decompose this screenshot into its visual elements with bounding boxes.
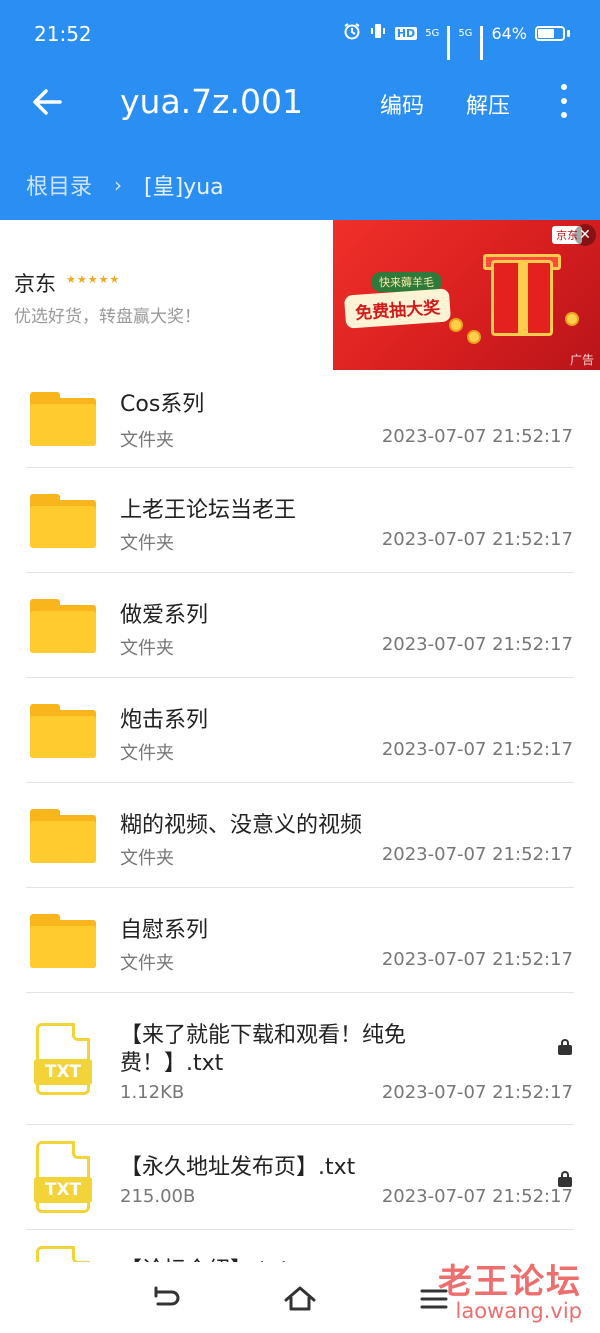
file-row-folder[interactable]: 糊的视频、没意义的视频 文件夹 2023-07-07 21:52:17 (0, 783, 600, 888)
file-name: 自慰系列 (120, 918, 209, 943)
file-date: 2023-07-07 21:52:17 (381, 634, 573, 655)
ad-image[interactable]: 快来薅羊毛 免费抽大奖 京东 ✕ 广告 (333, 220, 600, 370)
file-date: 2023-07-07 21:52:17 (381, 426, 573, 447)
file-row-txt[interactable]: TXT 【永久地址发布页】.txt 215.00B 2023-07-07 21:… (0, 1125, 600, 1230)
folder-icon (30, 494, 96, 548)
arrow-left-icon (33, 89, 62, 115)
chevron-right-icon: › (114, 173, 123, 197)
gift-box-icon (491, 260, 553, 336)
signal-icon (447, 26, 451, 60)
watermark-sub: laowang.vip (455, 1299, 582, 1323)
file-name: 【永久地址发布页】.txt (120, 1155, 356, 1180)
ad-brand-name: 京东 (14, 272, 56, 296)
file-name: 糊的视频、没意义的视频 (120, 813, 363, 838)
lock-icon (558, 1171, 572, 1187)
nav-back-button[interactable] (148, 1282, 184, 1316)
txt-file-icon: TXT (34, 1141, 92, 1213)
file-date: 2023-07-07 21:52:17 (381, 844, 573, 865)
file-meta: 文件夹 (120, 533, 174, 554)
file-row-folder[interactable]: 做爱系列 文件夹 2023-07-07 21:52:17 (0, 573, 600, 678)
folder-icon (30, 914, 96, 968)
folder-icon (30, 809, 96, 863)
file-date: 2023-07-07 21:52:17 (381, 529, 573, 550)
nav-back-icon (154, 1286, 180, 1306)
back-button[interactable] (28, 82, 68, 122)
ad-label: 广告 (569, 353, 594, 367)
txt-file-icon (34, 1246, 92, 1262)
watermark: 老王论坛 laowang.vip (438, 1254, 582, 1323)
file-meta: 文件夹 (120, 953, 174, 974)
more-vertical-icon[interactable] (552, 84, 576, 118)
file-row-folder[interactable]: 自慰系列 文件夹 2023-07-07 21:52:17 (0, 888, 600, 993)
file-name: 【论坛介绍】.txt (120, 1252, 289, 1262)
close-icon[interactable]: ✕ (574, 224, 596, 246)
file-meta: 文件夹 (120, 743, 174, 764)
file-meta: 文件夹 (120, 638, 174, 659)
file-row-folder[interactable]: 上老王论坛当老王 文件夹 2023-07-07 21:52:17 (0, 468, 600, 573)
file-row-folder[interactable]: 炮击系列 文件夹 2023-07-07 21:52:17 (0, 678, 600, 783)
file-date: 2023-07-07 21:52:17 (381, 949, 573, 970)
network-label-2: 5G (458, 27, 473, 39)
file-row-folder[interactable]: Cos系列 文件夹 2023-07-07 21:52:17 (0, 370, 600, 468)
status-icons: HD 5G 5G 64% (343, 22, 570, 60)
coin-icon (449, 318, 463, 332)
page-title: yua.7z.001 (120, 82, 303, 121)
home-icon (284, 1286, 316, 1311)
vibrate-icon (369, 22, 387, 44)
toolbar: yua.7z.001 编码 解压 (0, 68, 600, 138)
breadcrumb-current[interactable]: [皇]yua (144, 169, 224, 201)
folder-icon (30, 599, 96, 653)
file-name: 上老王论坛当老王 (120, 498, 297, 523)
file-meta: 文件夹 (120, 848, 174, 869)
network-label-1: 5G (425, 27, 440, 39)
nav-home-button[interactable] (282, 1282, 318, 1316)
alarm-icon (343, 22, 361, 44)
ad-headline: 免费抽大奖 (343, 288, 452, 329)
ad-banner[interactable]: 京东 ★★★★★ 优选好货，转盘赢大奖！ 快来薅羊毛 免费抽大奖 京东 ✕ 广告 (0, 220, 600, 370)
encode-button[interactable]: 编码 (380, 88, 424, 120)
status-time: 21:52 (34, 22, 92, 46)
battery-percent: 64% (491, 23, 527, 43)
file-date: 2023-07-07 21:52:17 (381, 739, 573, 760)
coin-icon (565, 312, 579, 326)
file-name: Cos系列 (120, 392, 205, 417)
status-bar: 21:52 HD 5G 5G 64% (0, 0, 600, 68)
app-header: 21:52 HD 5G 5G 64% yua.7z.001 编码 解压 根目录 (0, 0, 600, 220)
signal-icon-2 (480, 26, 484, 60)
coin-icon (467, 330, 481, 344)
breadcrumb-root[interactable]: 根目录 (26, 169, 92, 201)
folder-icon (30, 704, 96, 758)
folder-icon (30, 392, 96, 446)
breadcrumb: 根目录 › [皇]yua (26, 170, 224, 200)
file-meta: 文件夹 (120, 430, 174, 451)
battery-icon (535, 25, 565, 41)
hd-badge: HD (394, 26, 418, 40)
extract-button[interactable]: 解压 (466, 88, 510, 120)
file-name-line-2: 费！】.txt (120, 1051, 224, 1076)
txt-file-icon: TXT (34, 1023, 92, 1095)
ad-rating-stars: ★★★★★ (66, 273, 121, 286)
file-date: 2023-07-07 21:52:17 (381, 1186, 573, 1207)
file-name: 做爱系列 (120, 603, 209, 628)
lock-icon (558, 1039, 572, 1055)
file-name: 炮击系列 (120, 708, 209, 733)
file-size: 1.12KB (120, 1082, 185, 1103)
ad-description: 优选好货，转盘赢大奖！ (14, 307, 201, 327)
watermark-main: 老王论坛 (438, 1262, 582, 1302)
battery-cap (567, 29, 570, 37)
file-date: 2023-07-07 21:52:17 (381, 1082, 573, 1103)
file-row-txt[interactable]: TXT 【来了就能下载和观看！纯免 费！】.txt 1.12KB 2023-07… (0, 993, 600, 1125)
file-size: 215.00B (120, 1186, 196, 1207)
